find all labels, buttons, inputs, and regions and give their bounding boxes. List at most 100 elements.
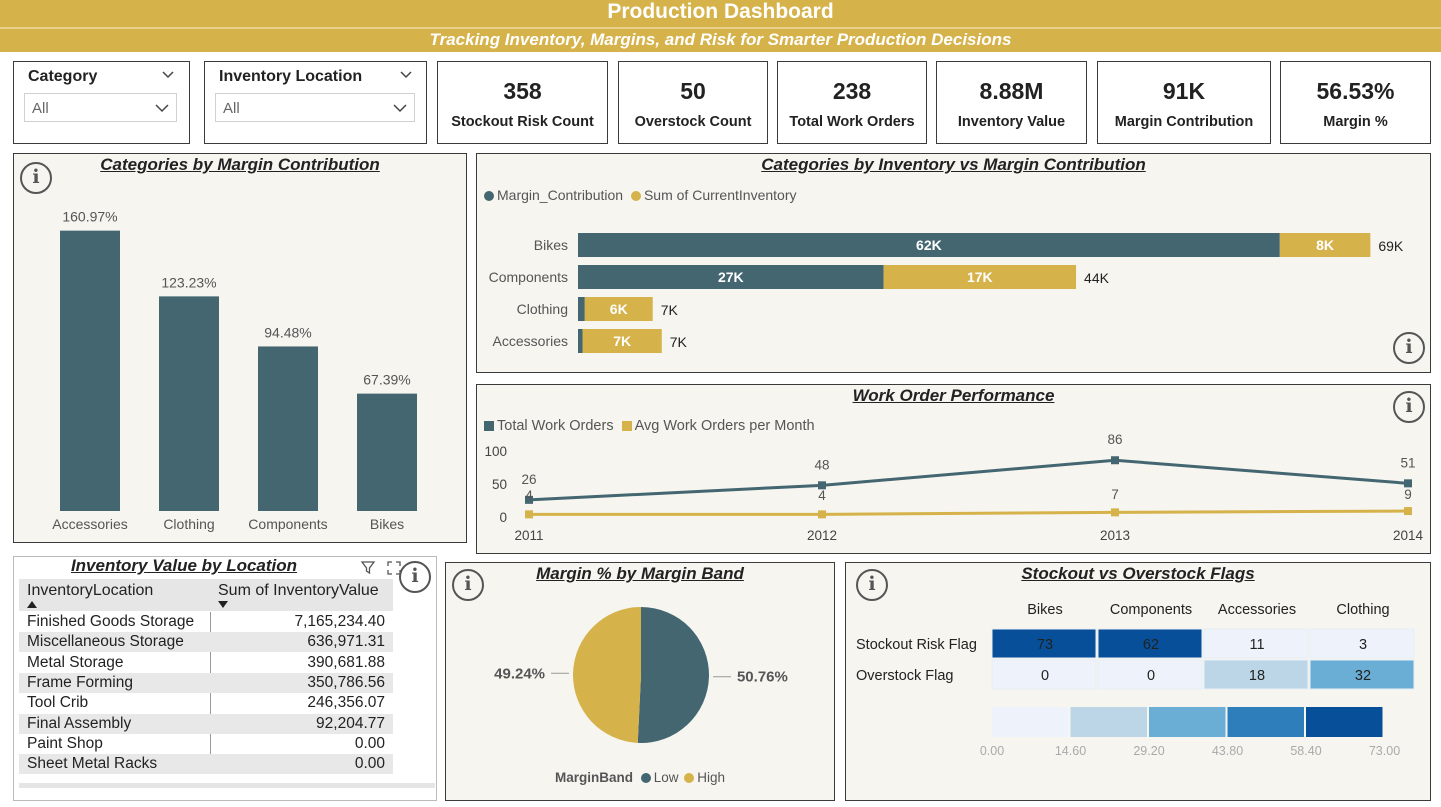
kpi-value: 50 — [680, 78, 706, 104]
cell-value: 0 — [1147, 668, 1155, 684]
table-row[interactable]: Paint Shop 0.00 — [19, 734, 393, 754]
flags-heatmap-card: Stockout vs Overstock Flags i Bikes Compo… — [845, 562, 1431, 801]
kpi-card-overstock: 50 Overstock Count — [618, 61, 768, 144]
margin-contribution-bar-chart: 160.97% Accessories 123.23% Clothing 94.48% C… — [52, 209, 417, 532]
category-dropdown[interactable]: All — [24, 93, 177, 122]
legend-label: High — [697, 770, 726, 785]
chevron-down-icon[interactable] — [161, 68, 175, 82]
data-label: 4 — [818, 488, 826, 503]
inventory-location-slicer[interactable]: Inventory Location All — [204, 61, 427, 144]
y-tick-label: 50 — [492, 477, 507, 492]
location-cell: Final Assembly — [27, 714, 132, 732]
flags-heatmap: Bikes Components Accessories Clothing Stocko… — [856, 602, 1415, 758]
column-header-inventory-value[interactable]: Sum of InventoryValue — [218, 582, 379, 600]
data-point — [1111, 508, 1119, 517]
column-label: Clothing — [1336, 602, 1389, 618]
table-row[interactable]: Miscellaneous Storage 636,971.31 — [19, 632, 393, 653]
kpi-value: 91K — [1162, 78, 1206, 104]
kpi-label: Margin Contribution — [1114, 114, 1254, 130]
margin-contribution-chart-card: Categories by Margin Contribution i 160.… — [13, 153, 467, 543]
table-body: Finished Goods Storage 7,165,234.40 Miscel… — [19, 612, 393, 777]
table-row[interactable]: Finished Goods Storage 7,165,234.40 — [19, 612, 393, 632]
slice-label: 50.76% — [737, 669, 788, 686]
data-point — [525, 510, 533, 519]
data-label: 7K — [613, 333, 631, 349]
kpi-label: Overstock Count — [634, 114, 752, 130]
legend-swatch — [1227, 707, 1304, 737]
legend-dot-high — [684, 773, 695, 783]
series-line — [528, 458, 1409, 502]
chevron-down-icon[interactable] — [399, 68, 413, 82]
table-row[interactable]: Tool Crib 246,356.07 — [19, 693, 393, 713]
inventory-location-dropdown[interactable]: All — [215, 93, 415, 122]
sort-ascending-icon[interactable] — [27, 601, 37, 608]
data-label: 17K — [967, 269, 993, 285]
location-cell: Miscellaneous Storage — [27, 633, 184, 651]
column-header-location[interactable]: InventoryLocation — [27, 582, 153, 600]
inventory-vs-margin-bar-chart: Bikes 62K 8K 69K Components 27K 17K 44K Clothing… — [489, 233, 1404, 353]
inventory-location-table-card: Inventory Value by Location i InventoryL… — [13, 556, 437, 801]
data-label: 67.39% — [363, 372, 410, 388]
row-label: Overstock Flag — [856, 668, 954, 684]
legend-tick: 29.20 — [1133, 744, 1164, 758]
horizontal-scrollbar[interactable] — [19, 783, 435, 788]
kpi-card-stockout-risk: 358 Stockout Risk Count — [437, 61, 608, 144]
pie-legend: MarginBand Low High — [446, 770, 834, 785]
kpi-label: Total Work Orders — [789, 114, 915, 130]
legend-tick: 58.40 — [1290, 744, 1321, 758]
y-tick-label: 0 — [499, 510, 507, 525]
table-row[interactable]: Sheet Metal Racks 0.00 — [19, 754, 393, 775]
bar — [60, 230, 120, 511]
data-label: 123.23% — [161, 274, 216, 290]
inventory-value-cell: 0.00 — [354, 734, 385, 752]
table-row[interactable]: Metal Storage 390,681.88 — [19, 653, 393, 673]
sort-descending-icon[interactable] — [218, 601, 228, 608]
kpi-card-margin-percent: 56.53% Margin % — [1280, 61, 1431, 144]
inventory-value-cell: 7,165,234.40 — [294, 613, 385, 630]
kpi-label: Stockout Risk Count — [451, 114, 594, 130]
table-row[interactable]: Final Assembly 92,204.77 — [19, 713, 393, 734]
legend-swatch — [1149, 707, 1226, 737]
kpi-value: 358 — [503, 78, 542, 104]
kpi-value: 8.88M — [979, 78, 1044, 104]
data-label: 9 — [1404, 487, 1412, 502]
margin-band-pie-chart: 50.76% 49.24% — [494, 607, 788, 743]
legend-tick: 73.00 — [1369, 744, 1400, 758]
series-line — [529, 509, 1409, 516]
bar — [258, 346, 318, 511]
legend-swatch — [992, 707, 1069, 737]
inventory-value-cell: 390,681.88 — [307, 653, 385, 671]
location-cell: Finished Goods Storage — [27, 613, 195, 630]
data-label: 86 — [1107, 432, 1122, 447]
inventory-value-cell: 92,204.77 — [316, 714, 385, 732]
column-label: Bikes — [1027, 602, 1062, 618]
kpi-label: Inventory Value — [957, 114, 1066, 130]
total-label: 7K — [670, 334, 688, 350]
cell-value: 18 — [1249, 668, 1265, 684]
column-label: Components — [1110, 602, 1192, 618]
legend-swatch — [1070, 707, 1147, 737]
x-tick-label: Clothing — [163, 516, 214, 532]
kpi-card-margin-contribution: 91K Margin Contribution — [1097, 61, 1271, 144]
kpi-card-inventory-value: 8.88M Inventory Value — [936, 61, 1087, 144]
category-slicer[interactable]: Category All — [13, 61, 190, 144]
table-title: Inventory Value by Location — [70, 556, 298, 575]
work-order-line-chart: 100 50 0 26 48 86 51 4 4 7 9 2011 2012 2013 2014 — [484, 432, 1423, 543]
y-tick-label: Bikes — [534, 237, 568, 253]
dashboard-header: Production Dashboard Tracking Inventory,… — [0, 0, 1441, 52]
info-icon[interactable]: i — [399, 561, 431, 593]
data-label: 27K — [718, 269, 744, 285]
data-label: 6K — [610, 301, 628, 317]
filter-icon[interactable] — [360, 560, 376, 576]
data-label: 51 — [1400, 455, 1415, 470]
work-order-performance-card: Work Order Performance i Total Work Orde… — [476, 384, 1431, 554]
y-tick-label: Components — [489, 269, 568, 285]
table-row[interactable]: Frame Forming 350,786.56 — [19, 672, 393, 693]
y-tick-label: Clothing — [517, 301, 568, 317]
kpi-value: 56.53% — [1316, 78, 1395, 104]
data-label: 26 — [521, 472, 536, 487]
kpi-value: 238 — [832, 78, 872, 104]
x-tick-label: 2011 — [514, 528, 543, 543]
total-label: 7K — [661, 302, 679, 318]
x-tick-label: 2013 — [1100, 528, 1130, 543]
